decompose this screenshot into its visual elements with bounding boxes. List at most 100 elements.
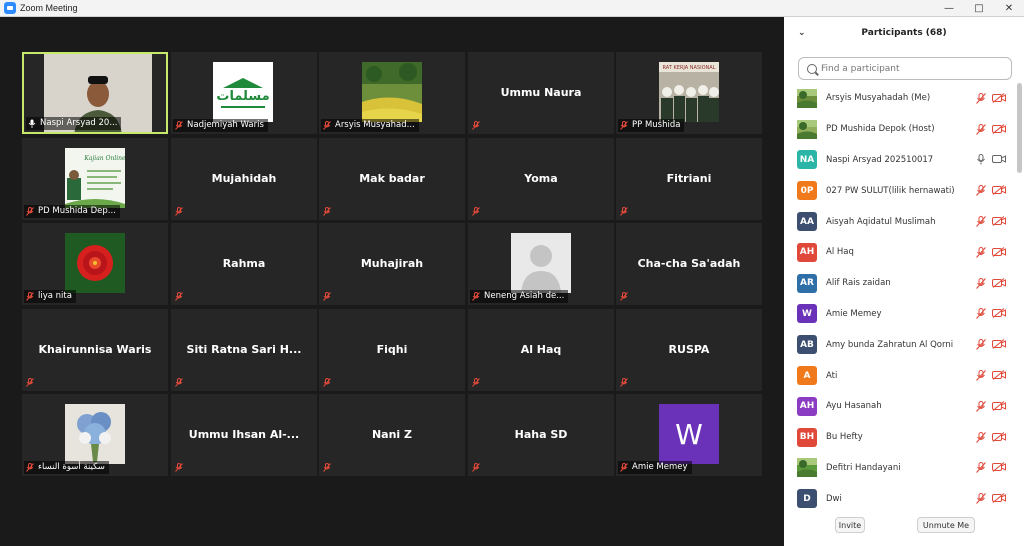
video-tile[interactable]: Neneng Asiah de... <box>468 223 614 305</box>
participants-panel: ⌄ Participants (68) Arsyis Musyahadah (M… <box>784 17 1024 546</box>
video-off-icon[interactable] <box>992 370 1006 380</box>
video-tile[interactable]: Rahma <box>171 223 317 305</box>
participants-header: ⌄ Participants (68) <box>784 17 1024 49</box>
video-tile[interactable]: W Amie Memey <box>616 394 762 476</box>
mic-muted-icon[interactable] <box>976 92 986 104</box>
participant-row[interactable]: NA Naspi Arsyad 202510017 <box>784 145 1016 176</box>
participant-row[interactable]: AB Amy bunda Zahratun Al Qorni <box>784 329 1016 360</box>
participant-name: Amy bunda Zahratun Al Qorni <box>826 339 954 350</box>
mic-muted-icon <box>323 463 331 472</box>
video-tile[interactable]: Arsyis Musyahad... <box>319 52 465 134</box>
participant-row[interactable]: AR Alif Rais zaidan <box>784 268 1016 299</box>
greeting-card: Kajian Online <box>65 148 125 208</box>
participant-row[interactable]: Arsyis Musyahadah (Me) <box>784 83 1016 114</box>
video-off-icon[interactable] <box>992 462 1006 473</box>
mic-muted-icon <box>472 207 480 216</box>
avatar: AH <box>797 242 817 262</box>
organization-logo: مسلمات <box>213 62 273 122</box>
video-off-icon[interactable] <box>992 400 1006 411</box>
mic-on-icon[interactable] <box>976 154 986 165</box>
flower-photo <box>65 233 125 293</box>
tile-center-name: Nani Z <box>371 428 413 441</box>
video-tile[interactable]: Siti Ratna Sari H... <box>171 309 317 391</box>
participant-row[interactable]: 0P 027 PW SULUT(lilik hernawati) <box>784 175 1016 206</box>
video-tile[interactable]: Nani Z <box>319 394 465 476</box>
video-tile[interactable]: Fiqhi <box>319 309 465 391</box>
mic-muted-icon[interactable] <box>976 493 986 505</box>
tile-center-name: Rahma <box>222 257 266 270</box>
chevron-down-icon[interactable]: ⌄ <box>798 28 807 38</box>
tile-name-label: Arsyis Musyahad... <box>321 119 419 132</box>
mic-muted-icon[interactable] <box>976 339 986 351</box>
mic-muted-icon[interactable] <box>976 216 986 227</box>
mic-muted-icon[interactable] <box>976 123 986 135</box>
video-off-icon[interactable] <box>992 246 1006 257</box>
video-tile[interactable]: Haha SD <box>468 394 614 476</box>
mic-muted-icon[interactable] <box>976 462 986 474</box>
video-off-icon[interactable] <box>992 339 1006 350</box>
participant-list-scrollbar[interactable] <box>1017 83 1022 173</box>
video-tile[interactable]: Ummu Naura <box>468 52 614 134</box>
mic-muted-icon <box>620 463 628 472</box>
tile-center-name: Yoma <box>524 172 558 185</box>
participant-row[interactable]: Defitri Handayani <box>784 453 1016 484</box>
participant-row[interactable]: BH Bu Hefty <box>784 422 1016 453</box>
video-tile[interactable]: Kajian Online PD Mushida Dep... <box>22 138 168 220</box>
video-tile[interactable]: Yoma <box>468 138 614 220</box>
video-tile[interactable]: Muhajirah <box>319 223 465 305</box>
video-tile[interactable]: مسلمات Nadjemiyah Waris <box>171 52 317 134</box>
participant-name: Bu Hefty <box>826 432 863 443</box>
mic-muted-icon <box>323 207 331 216</box>
search-input[interactable] <box>821 63 1001 74</box>
invite-button[interactable]: Invite <box>835 517 865 533</box>
minimize-button[interactable]: — <box>934 0 964 17</box>
participant-row[interactable]: PD Mushida Depok (Host) <box>784 114 1016 145</box>
mic-muted-icon <box>323 378 331 387</box>
video-off-icon[interactable] <box>992 216 1006 227</box>
participant-row[interactable]: AA Aisyah Aqidatul Muslimah <box>784 206 1016 237</box>
unmute-me-button[interactable]: Unmute Me <box>917 517 975 533</box>
tile-name-label: Nadjemiyah Waris <box>173 119 268 132</box>
tile-name-label: PD Mushida Dep... <box>24 205 120 218</box>
participant-row[interactable]: AH Ayu Hasanah <box>784 391 1016 422</box>
participant-row[interactable]: A Ati <box>784 360 1016 391</box>
video-off-icon[interactable] <box>992 493 1006 504</box>
video-tile[interactable]: Naspi Arsyad 20... <box>22 52 168 134</box>
close-button[interactable]: ✕ <box>994 0 1024 17</box>
tile-center-name: Cha-cha Sa'adah <box>637 257 741 270</box>
video-tile[interactable]: liya nita <box>22 223 168 305</box>
participant-search[interactable] <box>798 57 1012 80</box>
avatar: BH <box>797 427 817 447</box>
video-tile[interactable]: Fitriani <box>616 138 762 220</box>
video-off-icon[interactable] <box>992 123 1006 134</box>
video-tile[interactable]: سكينة أسوة النساء <box>22 394 168 476</box>
mic-muted-icon[interactable] <box>976 308 986 320</box>
participant-row[interactable]: AH Al Haq <box>784 237 1016 268</box>
video-tile[interactable]: RUSPA <box>616 309 762 391</box>
mic-muted-icon <box>175 463 183 472</box>
tile-center-name: Ummu Ihsan Al-... <box>188 428 300 441</box>
video-off-icon[interactable] <box>992 431 1006 442</box>
video-tile[interactable]: RAT KERJA NASIONAL PP Mushida <box>616 52 762 134</box>
mic-muted-icon <box>175 378 183 387</box>
video-off-icon[interactable] <box>992 185 1006 196</box>
mic-muted-icon[interactable] <box>976 370 986 381</box>
video-off-icon[interactable] <box>992 277 1006 288</box>
participant-row[interactable]: D Dwi <box>784 483 1016 514</box>
mic-muted-icon[interactable] <box>976 400 986 412</box>
participant-row[interactable]: W Amie Memey <box>784 299 1016 330</box>
video-tile[interactable]: Al Haq <box>468 309 614 391</box>
video-tile[interactable]: Mak badar <box>319 138 465 220</box>
mic-muted-icon[interactable] <box>976 185 986 197</box>
video-tile[interactable]: Ummu Ihsan Al-... <box>171 394 317 476</box>
video-tile[interactable]: Cha-cha Sa'adah <box>616 223 762 305</box>
mic-muted-icon[interactable] <box>976 431 986 443</box>
video-off-icon[interactable] <box>992 308 1006 319</box>
video-tile[interactable]: Mujahidah <box>171 138 317 220</box>
mic-muted-icon[interactable] <box>976 246 986 258</box>
video-off-icon[interactable] <box>992 154 1006 164</box>
maximize-button[interactable]: □ <box>964 0 994 17</box>
video-off-icon[interactable] <box>992 92 1006 103</box>
video-tile[interactable]: Khairunnisa Waris <box>22 309 168 391</box>
mic-muted-icon[interactable] <box>976 277 986 289</box>
